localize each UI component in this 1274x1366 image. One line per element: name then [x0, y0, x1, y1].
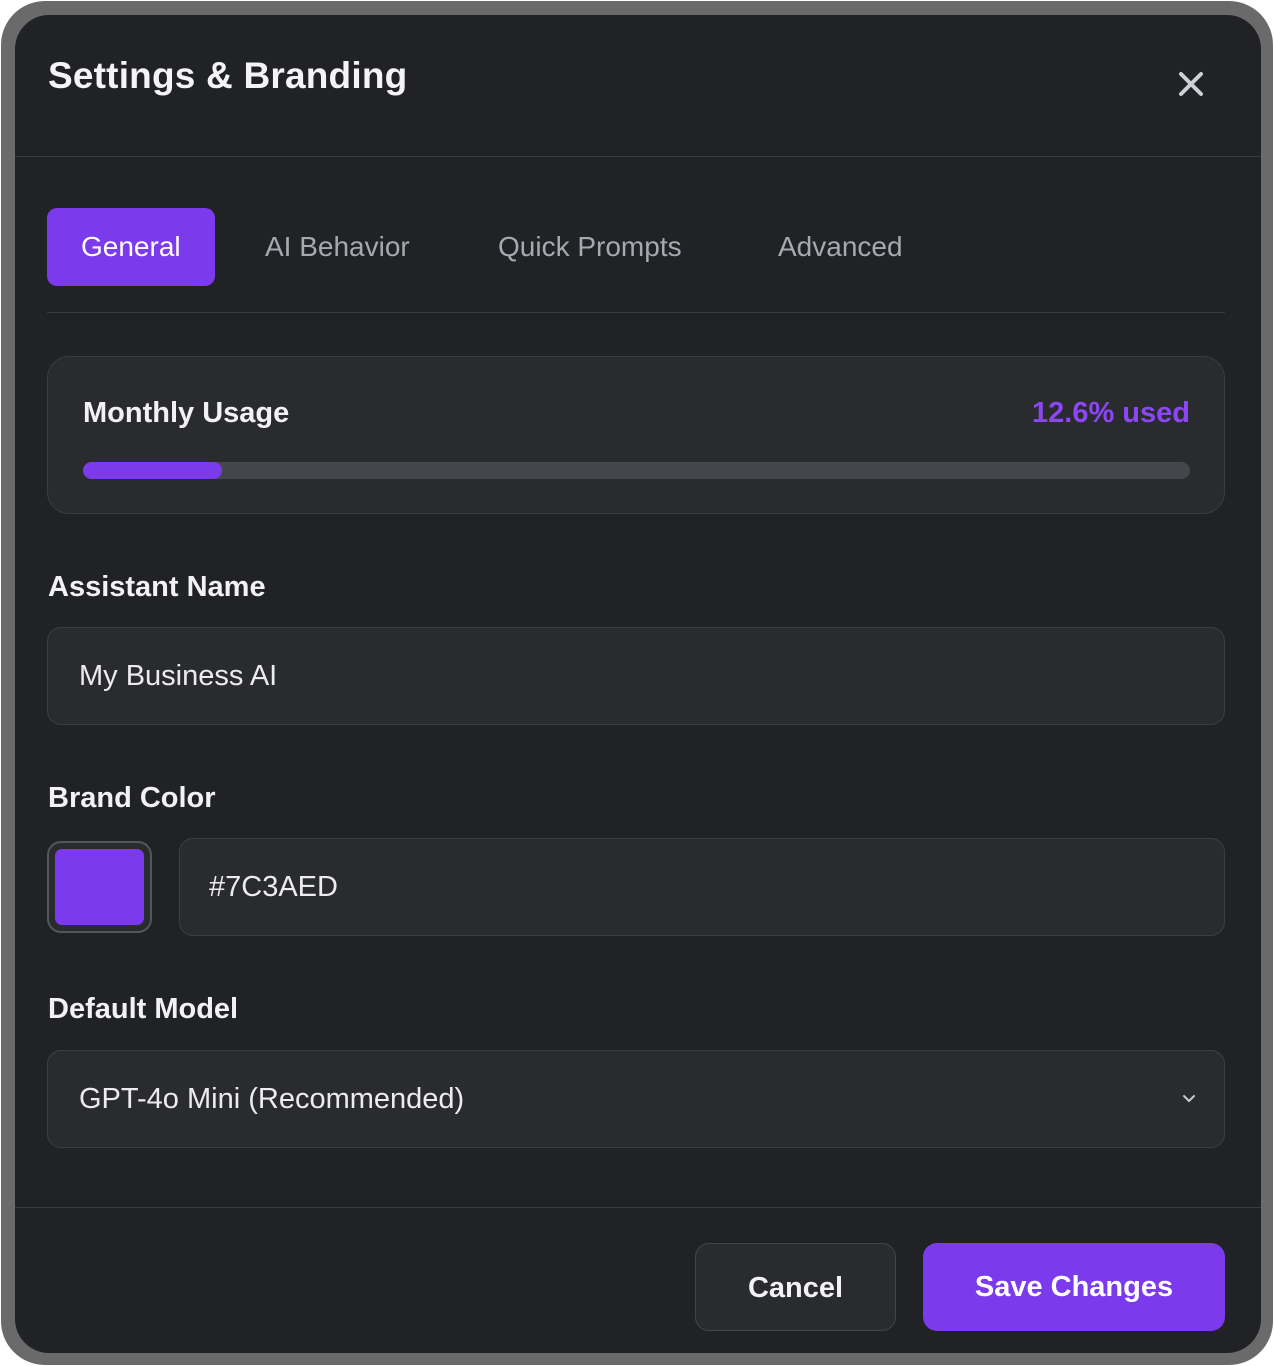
assistant-name-value: My Business AI [79, 660, 278, 692]
close-icon [1179, 72, 1203, 96]
cancel-button[interactable]: Cancel [695, 1243, 896, 1331]
assistant-name-input[interactable]: My Business AI [47, 627, 1225, 725]
usage-progress-fill [83, 462, 223, 479]
brand-color-picker[interactable] [47, 841, 152, 933]
usage-progress-bar [83, 462, 1190, 479]
brand-color-hex-input[interactable]: #7C3AED [179, 838, 1225, 936]
tab-general[interactable]: General [47, 208, 215, 286]
default-model-value: GPT-4o Mini (Recommended) [79, 1083, 465, 1115]
brand-color-swatch [55, 849, 144, 925]
dialog-title: Settings & Branding [48, 55, 408, 96]
usage-percent-text: 12.6% used [1032, 397, 1190, 429]
default-model-label: Default Model [48, 993, 239, 1025]
default-model-select[interactable]: GPT-4o Mini (Recommended) [47, 1050, 1225, 1148]
brand-color-hex-value: #7C3AED [209, 871, 338, 903]
close-button[interactable] [1172, 65, 1212, 105]
usage-label: Monthly Usage [83, 397, 290, 429]
dialog-footer: Cancel Save Changes [15, 1207, 1261, 1353]
save-changes-button[interactable]: Save Changes [923, 1243, 1225, 1331]
monthly-usage-card: Monthly Usage 12.6% used [47, 356, 1225, 514]
assistant-name-label: Assistant Name [48, 571, 266, 603]
dialog-frame: Settings & Branding General AI Behavior … [1, 1, 1273, 1365]
tab-ai-behavior[interactable]: AI Behavior [265, 208, 410, 286]
tab-advanced[interactable]: Advanced [778, 208, 903, 286]
brand-color-label: Brand Color [48, 782, 216, 814]
tab-bar: General AI Behavior Quick Prompts Advanc… [47, 208, 1225, 313]
tab-quick-prompts[interactable]: Quick Prompts [498, 208, 682, 286]
settings-dialog: Settings & Branding General AI Behavior … [15, 15, 1261, 1353]
dialog-header: Settings & Branding [15, 15, 1261, 157]
chevron-down-icon [1183, 1095, 1195, 1102]
